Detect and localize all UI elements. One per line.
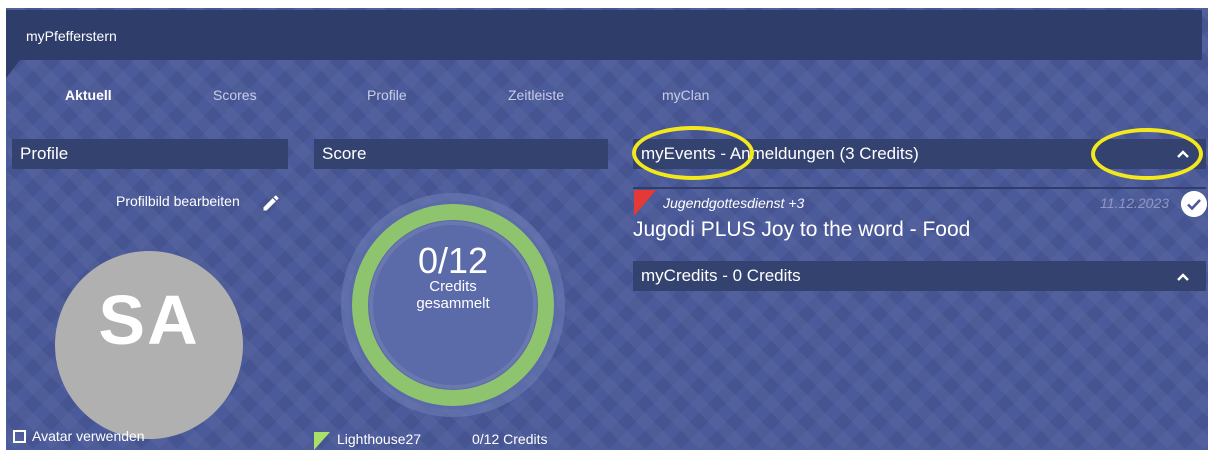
- event-category: Jugendgottesdienst +3: [663, 195, 805, 211]
- score-caption-line1: Credits: [429, 278, 477, 295]
- app-title-bar: myPfefferstern: [6, 10, 1202, 60]
- avatar[interactable]: SA: [55, 251, 243, 439]
- avatar-checkbox-label[interactable]: Avatar verwenden: [32, 428, 145, 444]
- tab-aktuell[interactable]: Aktuell: [65, 87, 112, 103]
- event-flag-icon: [634, 190, 656, 216]
- title-bar-tail: [6, 60, 20, 78]
- legend-flag-icon: [314, 432, 330, 450]
- highlight-ellipse: [1091, 128, 1203, 180]
- score-panel-header: Score: [314, 139, 608, 169]
- tab-zeitleiste[interactable]: Zeitleiste: [508, 87, 564, 103]
- tab-scores[interactable]: Scores: [213, 87, 257, 103]
- main-tabs: Aktuell Scores Profile Zeitleiste myClan: [0, 87, 760, 107]
- event-date: 11.12.2023: [1100, 195, 1170, 211]
- tab-myclan[interactable]: myClan: [662, 87, 709, 103]
- legend-credits: 0/12 Credits: [472, 431, 548, 447]
- app-title: myPfefferstern: [26, 28, 117, 44]
- credits-panel-header[interactable]: myCredits - 0 Credits: [633, 261, 1206, 291]
- events-header-suffix: Anmeldungen (3 Credits): [729, 144, 919, 163]
- highlight-ellipse: [632, 126, 754, 180]
- profile-panel-header: Profile: [12, 139, 288, 169]
- tab-profile[interactable]: Profile: [367, 87, 407, 103]
- checkbox-icon[interactable]: [13, 430, 26, 443]
- score-value: 0/12: [417, 240, 489, 281]
- score-caption: Credits gesammelt: [338, 278, 568, 312]
- edit-profile-picture-link[interactable]: Profilbild bearbeiten: [116, 193, 240, 209]
- check-circle-icon[interactable]: [1181, 191, 1207, 217]
- pencil-icon[interactable]: [261, 193, 281, 213]
- event-title[interactable]: Jugodi PLUS Joy to the word - Food: [633, 218, 970, 242]
- legend-name: Lighthouse27: [337, 431, 422, 447]
- chevron-up-icon[interactable]: [1176, 272, 1190, 282]
- score-caption-line2: gesammelt: [416, 295, 490, 312]
